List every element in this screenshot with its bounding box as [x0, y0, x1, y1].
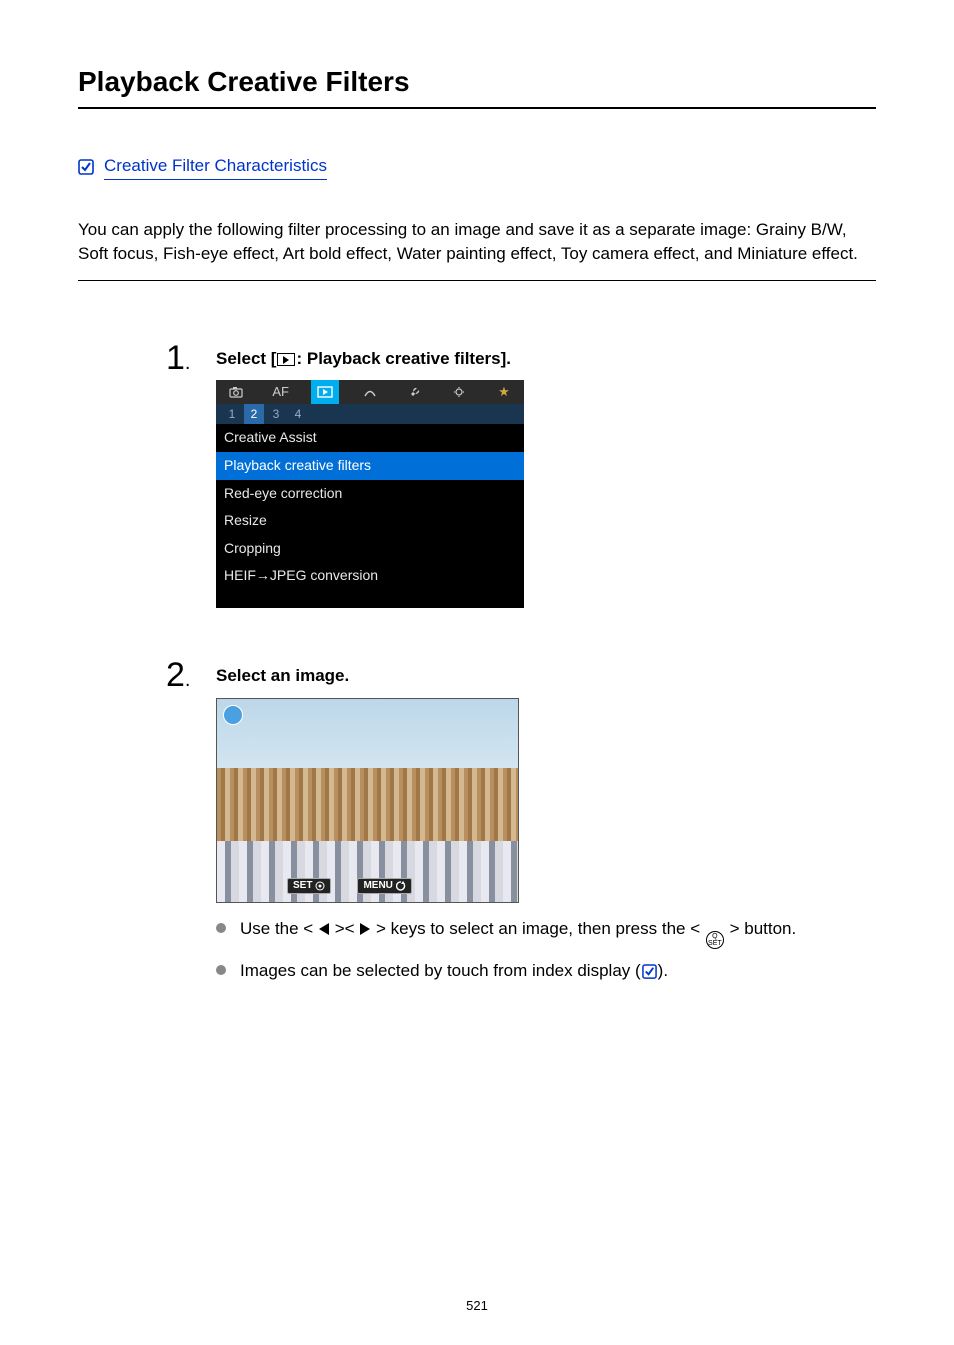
- menu-item-selected[interactable]: Playback creative filters: [216, 452, 524, 480]
- af-tab-label[interactable]: AF: [267, 383, 295, 401]
- star-tab-icon[interactable]: ★: [490, 383, 518, 401]
- intro-text: You can apply the following filter proce…: [78, 218, 876, 266]
- set-button-chip[interactable]: SET: [287, 878, 331, 894]
- page-title: Playback Creative Filters: [78, 62, 876, 109]
- step-body: Select an image. SET MENU: [216, 658, 876, 993]
- preview-controls: SET MENU: [217, 878, 518, 894]
- menu-item[interactable]: Resize: [216, 507, 524, 535]
- menu-button-chip[interactable]: MENU: [357, 878, 411, 894]
- heading-suffix: : Playback creative filters].: [296, 349, 511, 368]
- filter-badge-icon: [223, 705, 243, 725]
- subtab-2[interactable]: 2: [244, 404, 264, 424]
- step-heading: Select [ : Playback creative filters].: [216, 347, 876, 371]
- bullet-text: Use the < >< > keys to select an image, …: [240, 917, 796, 949]
- heading-prefix: Select [: [216, 349, 276, 368]
- page-container: Playback Creative Filters Creative Filte…: [0, 0, 954, 1345]
- step-body: Select [ : Playback creative filters]. AF: [216, 341, 876, 608]
- menu-item[interactable]: Cropping: [216, 535, 524, 563]
- setup-tab-icon[interactable]: [445, 386, 473, 398]
- menu-item[interactable]: Red-eye correction: [216, 480, 524, 508]
- subtab-4[interactable]: 4: [288, 404, 308, 424]
- bullet-list: Use the < >< > keys to select an image, …: [216, 917, 876, 983]
- bullet-item: Images can be selected by touch from ind…: [216, 959, 876, 983]
- menu-item[interactable]: HEIF→JPEG conversion: [216, 562, 524, 590]
- toc-row: Creative Filter Characteristics: [78, 154, 876, 180]
- menu-sub-tabs: 1 2 3 4: [216, 404, 524, 424]
- playback-tab-icon[interactable]: [311, 380, 339, 404]
- step-2: 2. Select an image. SET MENU: [166, 658, 876, 993]
- bullet-icon: [216, 923, 226, 933]
- bullet-icon: [216, 965, 226, 975]
- network-tab-icon[interactable]: [356, 386, 384, 398]
- menu-main-tabs: AF ★: [216, 380, 524, 404]
- step-1: 1. Select [ : Playback creative filters].…: [166, 341, 876, 608]
- creative-filter-characteristics-link[interactable]: Creative Filter Characteristics: [104, 154, 327, 180]
- camera-tab-icon[interactable]: [222, 386, 250, 398]
- camera-menu-screenshot: AF ★: [216, 380, 524, 608]
- playback-icon: [277, 353, 295, 366]
- page-number: 521: [0, 1297, 954, 1315]
- subtab-3[interactable]: 3: [266, 404, 286, 424]
- image-preview-screenshot: SET MENU: [216, 698, 519, 903]
- divider-line: [78, 280, 876, 281]
- cross-reference-icon[interactable]: [642, 964, 657, 979]
- bullet-text: Images can be selected by touch from ind…: [240, 959, 668, 983]
- bullet-item: Use the < >< > keys to select an image, …: [216, 917, 876, 949]
- wrench-tab-icon[interactable]: [401, 386, 429, 398]
- q-set-button-icon: QSET: [706, 931, 724, 949]
- steps-container: 1. Select [ : Playback creative filters].…: [78, 341, 876, 993]
- step-number: 1.: [166, 341, 216, 375]
- step-heading: Select an image.: [216, 664, 876, 688]
- right-arrow-icon: [360, 923, 370, 935]
- note-icon: [78, 159, 94, 175]
- left-arrow-icon: [319, 923, 329, 935]
- menu-item[interactable]: Creative Assist: [216, 424, 524, 452]
- step-number: 2.: [166, 658, 216, 692]
- subtab-1[interactable]: 1: [222, 404, 242, 424]
